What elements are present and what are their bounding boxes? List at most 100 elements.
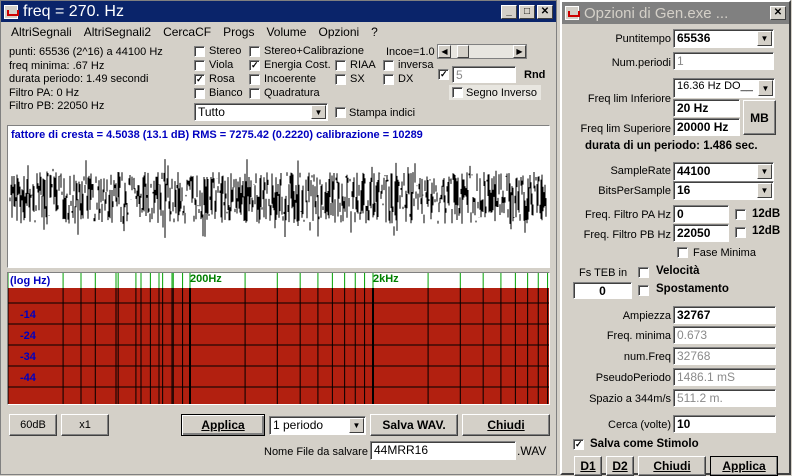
freqinf-field[interactable]: 20 Hz <box>673 99 740 117</box>
checkbox[interactable] <box>249 59 260 71</box>
menu-item-1[interactable]: AltriSegnali2 <box>78 25 157 39</box>
chevron-down-icon[interactable]: ▼ <box>757 31 772 46</box>
spostamento-checkbox[interactable] <box>638 285 649 296</box>
bits-select[interactable]: 16 ▼ <box>673 181 774 200</box>
chevron-down-icon[interactable]: ▼ <box>349 418 364 433</box>
numfreq-label: num.Freq <box>623 351 671 363</box>
maximize-button[interactable]: □ <box>519 4 535 19</box>
checkbox[interactable] <box>194 45 205 57</box>
fsteb-field[interactable]: 0 <box>573 282 632 299</box>
d1-button[interactable]: D1 <box>574 456 602 476</box>
info-line: durata periodo: 1.49 secondi <box>9 73 149 85</box>
checkbox-row[interactable]: Quadratura <box>249 86 364 100</box>
menu-item-0[interactable]: AltriSegnali <box>5 25 78 39</box>
samplerate-select[interactable]: 44100 ▼ <box>673 162 774 181</box>
cerca-field[interactable]: 10 <box>673 415 776 433</box>
checkbox[interactable] <box>249 45 260 57</box>
opt-applica-button[interactable]: Applica <box>710 456 778 476</box>
freqsup-field[interactable]: 20000 Hz <box>673 118 740 136</box>
checkbox[interactable] <box>249 73 260 85</box>
filtro-pb-field[interactable]: 22050 <box>673 224 729 242</box>
60db-button[interactable]: 60dB <box>9 414 57 436</box>
checkbox-row[interactable]: Stereo <box>194 44 243 58</box>
bits-value: 16 <box>677 183 691 197</box>
options-title: Opzioni di Gen.exe ... <box>584 4 729 22</box>
wav-ext-label: .WAV <box>517 444 547 458</box>
menu-item-2[interactable]: CercaCF <box>157 25 217 39</box>
app-icon[interactable] <box>4 4 19 19</box>
tutto-select[interactable]: Tutto ▼ <box>194 103 328 121</box>
chevron-down-icon[interactable]: ▼ <box>757 183 772 198</box>
x1-button[interactable]: x1 <box>61 414 109 436</box>
chevron-down-icon[interactable]: ▼ <box>757 164 772 179</box>
mb-label: MB <box>750 110 769 125</box>
menu-item-3[interactable]: Progs <box>217 25 260 39</box>
nome-file-input[interactable]: 44MRR16 <box>370 441 516 460</box>
checkbox-row[interactable]: RIAA <box>335 58 376 72</box>
checkbox-label: RIAA <box>350 59 376 71</box>
checkbox[interactable] <box>383 59 394 71</box>
checkbox-row[interactable]: DX <box>383 72 433 86</box>
menu-item-4[interactable]: Volume <box>260 25 312 39</box>
applica-label: Applica <box>201 418 245 432</box>
checkbox[interactable] <box>335 73 346 85</box>
app-icon[interactable] <box>565 6 580 20</box>
close-button[interactable]: ✕ <box>770 6 786 20</box>
chevron-down-icon[interactable]: ▼ <box>758 80 773 96</box>
applica-button[interactable]: Applica <box>181 414 265 436</box>
segno-inverso-group[interactable]: Segno Inverso <box>449 85 541 100</box>
samplerate-value: 44100 <box>677 164 711 178</box>
checkbox[interactable] <box>335 59 346 71</box>
fmin-label: Freq. minima <box>606 330 671 342</box>
mb-button[interactable]: MB <box>743 100 776 135</box>
rnd-checkbox[interactable] <box>438 69 449 80</box>
pa-12db-checkbox[interactable] <box>735 209 746 220</box>
puntitempo-select[interactable]: 65536 ▼ <box>673 29 774 48</box>
chiudi-button[interactable]: Chiudi <box>462 414 550 436</box>
segno-inverso-checkbox[interactable] <box>452 87 463 98</box>
pa-12db-label: 12dB <box>752 208 781 220</box>
velocita-checkbox[interactable] <box>638 267 649 278</box>
chevron-down-icon[interactable]: ▼ <box>311 105 326 119</box>
main-titlebar[interactable]: freq = 270. Hz _ □ ✕ <box>1 1 556 22</box>
minimize-button[interactable]: _ <box>501 4 517 19</box>
numperiodi-field[interactable]: 1 <box>673 52 774 70</box>
checkbox[interactable] <box>194 59 205 71</box>
ampiezza-field[interactable]: 32767 <box>673 306 776 324</box>
checkbox[interactable] <box>194 87 205 99</box>
slider-thumb[interactable] <box>457 45 469 58</box>
filtro-pa-field[interactable]: 0 <box>673 205 729 223</box>
checkbox[interactable] <box>194 73 205 85</box>
periodo-select[interactable]: 1 periodo ▼ <box>269 416 366 435</box>
menu-item-5[interactable]: Opzioni <box>312 25 365 39</box>
checkbox-col-3: RIAA SX <box>335 58 376 86</box>
checkbox-row[interactable]: Stereo+Calibrazione <box>249 44 364 58</box>
checkbox-col-4: inversa DX <box>383 58 433 86</box>
checkbox-row[interactable]: Rosa <box>194 72 243 86</box>
close-button[interactable]: ✕ <box>537 4 553 19</box>
salva-stimolo-checkbox[interactable] <box>573 439 584 450</box>
opt-applica-label: Applica <box>722 459 766 473</box>
menu-bar: AltriSegnali AltriSegnali2 CercaCF Progs Vol… <box>1 22 556 41</box>
stampa-indici-checkbox[interactable] <box>335 107 346 118</box>
menu-item-6[interactable]: ? <box>365 25 384 39</box>
salva-wav-button[interactable]: Salva WAV. <box>370 414 458 436</box>
info-line: freq minima: .67 Hz <box>9 59 105 72</box>
checkbox-row[interactable]: Bianco <box>194 86 243 100</box>
checkbox-row[interactable]: inversa <box>383 58 433 72</box>
pb-12db-checkbox[interactable] <box>735 227 746 238</box>
checkbox-row[interactable]: Viola <box>194 58 243 72</box>
d2-button[interactable]: D2 <box>606 456 634 476</box>
rnd-field[interactable]: 5 <box>452 66 516 83</box>
opt-chiudi-button[interactable]: Chiudi <box>638 456 706 476</box>
freqlim-select[interactable]: 16.36 Hz DO__ ▼ <box>673 78 775 98</box>
checkbox-row[interactable]: SX <box>335 72 376 86</box>
samplerate-label: SampleRate <box>610 165 671 177</box>
fase-minima-checkbox[interactable] <box>677 247 688 258</box>
checkbox[interactable] <box>383 73 394 85</box>
checkbox[interactable] <box>249 87 260 99</box>
incoe-slider[interactable]: ◀ ▶ <box>437 44 527 59</box>
freq-200hz-label: 200Hz <box>190 273 222 285</box>
spostamento-label: Spostamento <box>656 283 729 295</box>
options-titlebar[interactable]: Opzioni di Gen.exe ... ✕ <box>562 2 789 24</box>
